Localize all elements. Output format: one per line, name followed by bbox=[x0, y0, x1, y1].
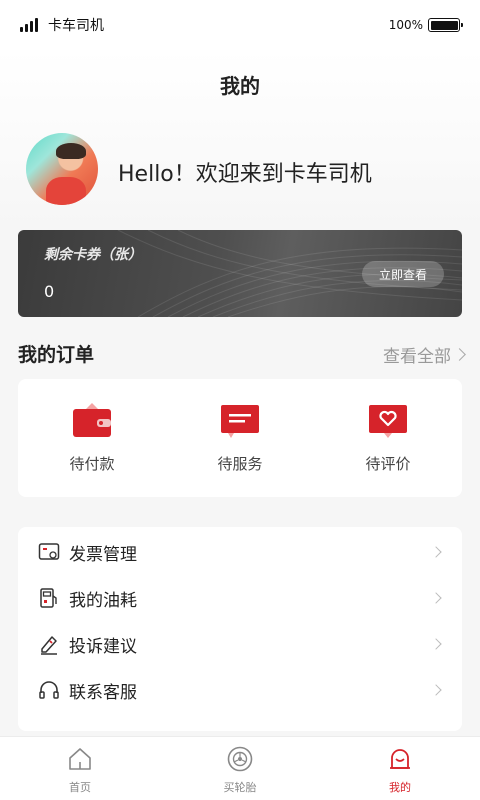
order-label: 待付款 bbox=[69, 455, 115, 473]
chevron-right-icon bbox=[453, 348, 466, 361]
tab-home[interactable]: 首页 bbox=[0, 737, 160, 800]
order-pending-payment[interactable]: 待付款 bbox=[32, 403, 152, 474]
view-all-orders-link[interactable]: 查看全部 bbox=[383, 342, 466, 367]
menu-item-support[interactable]: 联系客服 bbox=[18, 667, 462, 713]
menu-label: 发票管理 bbox=[69, 544, 137, 565]
menu-item-invoice[interactable]: 发票管理 bbox=[18, 529, 462, 575]
message-icon bbox=[220, 403, 260, 443]
page-title: 我的 bbox=[220, 74, 260, 98]
coupon-title: 剩余卡券（张） bbox=[44, 247, 142, 263]
orders-card: 待付款 待服务 待评价 bbox=[18, 379, 462, 497]
bottom-tab-bar: 首页 买轮胎 我的 bbox=[0, 736, 480, 800]
menu-label: 联系客服 bbox=[69, 682, 137, 703]
fuel-icon bbox=[38, 587, 60, 609]
tab-buy-tires[interactable]: 买轮胎 bbox=[160, 737, 320, 800]
tab-label: 买轮胎 bbox=[223, 781, 257, 794]
coupon-count: 0 bbox=[44, 282, 55, 301]
avatar[interactable] bbox=[26, 133, 98, 205]
chevron-right-icon bbox=[430, 592, 442, 604]
order-pending-review[interactable]: 待评价 bbox=[328, 403, 448, 474]
greeting-text: Hello！欢迎来到卡车司机 bbox=[118, 162, 372, 187]
status-bar: 卡车司机 100% bbox=[0, 0, 480, 50]
signal-icon bbox=[20, 18, 38, 32]
battery-icon bbox=[428, 18, 463, 32]
view-all-label: 查看全部 bbox=[383, 347, 451, 367]
coupon-card[interactable]: 剩余卡券（张） 0 立即查看 bbox=[18, 230, 462, 317]
menu-card: 发票管理 我的油耗 投诉建议 联系客服 bbox=[18, 527, 462, 731]
order-pending-service[interactable]: 待服务 bbox=[180, 403, 300, 474]
view-coupons-button[interactable]: 立即查看 bbox=[362, 261, 444, 287]
home-icon bbox=[67, 746, 93, 772]
tab-profile[interactable]: 我的 bbox=[320, 737, 480, 800]
carrier-name: 卡车司机 bbox=[48, 18, 104, 34]
order-label: 待服务 bbox=[217, 455, 263, 473]
menu-label: 我的油耗 bbox=[69, 590, 137, 611]
menu-item-fuel[interactable]: 我的油耗 bbox=[18, 575, 462, 621]
tire-icon bbox=[227, 746, 253, 772]
menu-item-feedback[interactable]: 投诉建议 bbox=[18, 621, 462, 667]
profile-icon bbox=[387, 746, 413, 772]
tab-label: 首页 bbox=[69, 781, 91, 794]
order-label: 待评价 bbox=[365, 455, 411, 473]
headset-icon bbox=[38, 679, 60, 701]
battery-percent: 100% bbox=[388, 18, 423, 32]
chevron-right-icon bbox=[430, 684, 442, 696]
chevron-right-icon bbox=[430, 546, 442, 558]
wallet-icon bbox=[72, 403, 112, 443]
heart-review-icon bbox=[368, 403, 408, 443]
feedback-icon bbox=[38, 633, 60, 655]
menu-label: 投诉建议 bbox=[69, 636, 137, 657]
tab-label: 我的 bbox=[389, 781, 411, 794]
orders-title: 我的订单 bbox=[18, 344, 95, 366]
invoice-icon bbox=[38, 541, 60, 563]
chevron-right-icon bbox=[430, 638, 442, 650]
